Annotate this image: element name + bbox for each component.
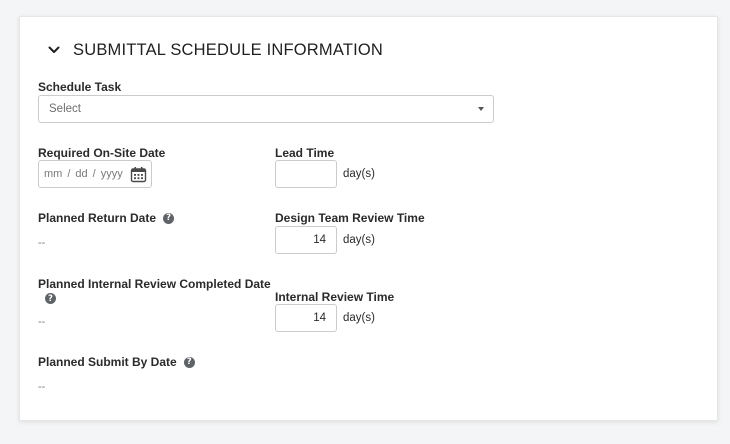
design-team-review-time-unit: day(s) xyxy=(343,234,375,246)
required-on-site-date-input[interactable]: mm / dd / yyyy xyxy=(38,160,152,188)
lead-time-label-text: Lead Time xyxy=(275,146,335,160)
lead-time-unit: day(s) xyxy=(343,168,375,180)
section-header[interactable]: SUBMITTAL SCHEDULE INFORMATION xyxy=(47,39,383,61)
planned-return-date-value: -- xyxy=(38,237,46,249)
internal-review-time-label-text: Internal Review Time xyxy=(275,290,395,304)
planned-submit-by-date-value: -- xyxy=(38,381,46,393)
planned-internal-review-completed-date-value: -- xyxy=(38,316,46,328)
lead-time-label: Lead Time xyxy=(275,146,334,160)
design-team-review-time-input[interactable]: 14 xyxy=(275,226,337,254)
design-team-review-time-label-text: Design Team Review Time xyxy=(275,211,425,225)
date-day-field[interactable]: dd xyxy=(75,168,87,180)
help-icon[interactable]: ? xyxy=(163,212,175,224)
schedule-task-label-text: Schedule Task xyxy=(38,80,122,94)
lead-time-input[interactable] xyxy=(275,160,337,188)
schedule-task-select[interactable]: Select xyxy=(38,95,494,123)
planned-return-date-label: Planned Return Date ? xyxy=(38,211,175,225)
help-icon[interactable]: ? xyxy=(45,293,56,304)
date-separator: / xyxy=(67,168,71,180)
section-title: SUBMITTAL SCHEDULE INFORMATION xyxy=(73,40,384,59)
design-team-review-time-label: Design Team Review Time xyxy=(275,211,425,225)
required-on-site-date-label-text: Required On-Site Date xyxy=(38,146,166,160)
date-month-field[interactable]: mm xyxy=(44,168,62,180)
dropdown-caret-icon xyxy=(478,107,484,111)
calendar-icon[interactable] xyxy=(130,166,147,183)
internal-review-time-unit: day(s) xyxy=(343,312,375,324)
required-on-site-date-label: Required On-Site Date xyxy=(38,146,165,160)
help-icon[interactable]: ? xyxy=(183,356,195,368)
date-year-field[interactable]: yyyy xyxy=(101,168,123,180)
date-separator: / xyxy=(92,168,96,180)
planned-return-date-label-text: Planned Return Date xyxy=(38,211,157,225)
schedule-task-placeholder: Select xyxy=(49,103,81,115)
chevron-down-icon[interactable] xyxy=(47,43,61,57)
schedule-task-label: Schedule Task xyxy=(38,80,121,94)
planned-internal-review-completed-date-label: Planned Internal Review Completed Date xyxy=(38,277,271,291)
planned-internal-review-completed-date-label-text: Planned Internal Review Completed Date xyxy=(38,277,271,291)
internal-review-time-label: Internal Review Time xyxy=(275,290,394,304)
planned-submit-by-date-label: Planned Submit By Date ? xyxy=(38,355,195,369)
planned-submit-by-date-label-text: Planned Submit By Date xyxy=(38,355,177,369)
internal-review-time-input[interactable]: 14 xyxy=(275,304,337,332)
submittal-schedule-card: SUBMITTAL SCHEDULE INFORMATION Schedule … xyxy=(19,16,718,421)
